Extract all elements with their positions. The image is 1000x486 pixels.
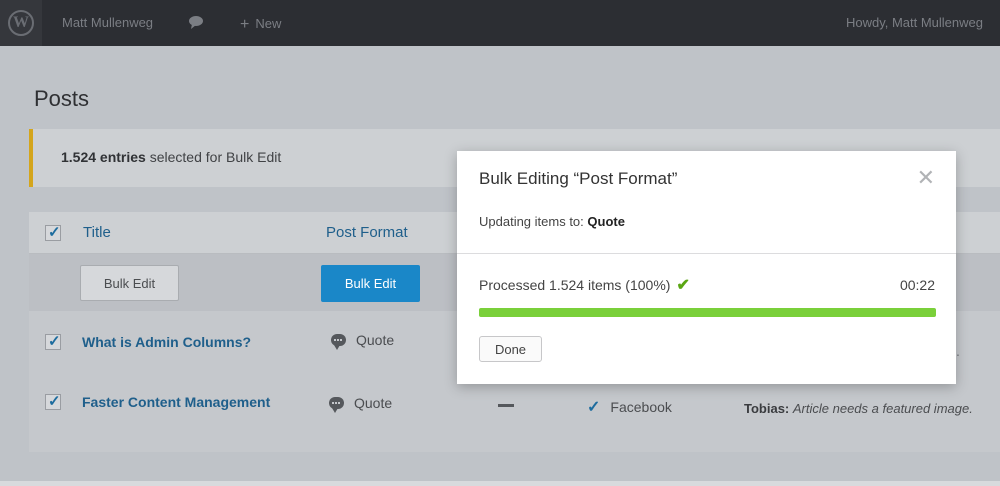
bulk-edit-title-button[interactable]: Bulk Edit bbox=[80, 265, 179, 301]
checkmark-icon: ✓ bbox=[587, 399, 601, 416]
row-format: Quote bbox=[329, 395, 393, 413]
row-title-link[interactable]: What is Admin Columns? bbox=[82, 334, 251, 350]
updating-value: Quote bbox=[587, 214, 625, 229]
elapsed-timer: 00:22 bbox=[899, 277, 935, 293]
notice-text: 1.524 entries selected for Bulk Edit bbox=[61, 149, 281, 165]
modal-title: Bulk Editing “Post Format” bbox=[479, 169, 678, 188]
bulk-edit-format-button[interactable]: Bulk Edit bbox=[321, 265, 420, 302]
plus-icon: + bbox=[240, 16, 250, 33]
admin-bar: W Matt Mullenweg + New Howdy, Matt Mullen… bbox=[0, 0, 1000, 46]
admin-bar-user[interactable]: Matt Mullenweg bbox=[62, 15, 153, 30]
comment-bubble-icon[interactable] bbox=[188, 14, 204, 30]
progress-fill bbox=[479, 308, 936, 317]
done-button[interactable]: Done bbox=[479, 336, 542, 362]
checkmark-icon: ✓ bbox=[48, 333, 61, 350]
column-post-format[interactable]: Post Format bbox=[326, 224, 408, 241]
processed-status: Processed 1.524 items (100%) ✔ bbox=[479, 275, 690, 295]
updating-prefix: Updating items to: bbox=[479, 214, 588, 229]
quote-bubble-icon bbox=[331, 334, 346, 350]
social-network: ✓ Facebook bbox=[587, 397, 672, 417]
social-network-label: Facebook bbox=[610, 399, 672, 415]
row-format: Quote bbox=[331, 332, 395, 350]
column-title[interactable]: Title bbox=[83, 224, 111, 241]
checkmark-icon: ✔ bbox=[676, 277, 690, 294]
note-author: Tobias: bbox=[744, 401, 790, 416]
admin-bar-new[interactable]: + New bbox=[240, 15, 281, 33]
row-checkbox[interactable]: ✓ bbox=[45, 393, 61, 410]
modal-updating-text: Updating items to: Quote bbox=[479, 214, 625, 229]
processed-text: Processed 1.524 items (100%) bbox=[479, 277, 671, 293]
modal-divider bbox=[457, 253, 956, 254]
page-title: Posts bbox=[34, 86, 90, 111]
trailing-dot: . bbox=[956, 343, 960, 359]
note-text: Article needs a featured image. bbox=[792, 401, 973, 416]
admin-bar-new-label: New bbox=[255, 16, 282, 31]
row-checkbox[interactable]: ✓ bbox=[45, 333, 61, 350]
admin-bar-howdy[interactable]: Howdy, Matt Mullenweg bbox=[846, 15, 983, 30]
row-format-label: Quote bbox=[354, 395, 393, 411]
footer-band bbox=[0, 481, 1000, 486]
wordpress-logo-icon[interactable]: W bbox=[0, 0, 42, 46]
row-title-link[interactable]: Faster Content Management bbox=[82, 394, 270, 410]
quote-bubble-icon bbox=[329, 397, 344, 413]
close-icon[interactable]: ✕ bbox=[917, 165, 935, 191]
bulk-edit-modal: Bulk Editing “Post Format” ✕ Updating it… bbox=[457, 151, 956, 384]
empty-value-dash bbox=[498, 404, 514, 407]
select-all-checkbox[interactable]: ✓ bbox=[45, 224, 61, 241]
editorial-note: Tobias: Article needs a featured image. bbox=[744, 401, 973, 416]
progress-bar bbox=[479, 308, 936, 317]
row-format-label: Quote bbox=[356, 332, 395, 348]
checkmark-icon: ✓ bbox=[48, 393, 61, 410]
notice-count: 1.524 entries bbox=[61, 149, 146, 165]
notice-message: selected for Bulk Edit bbox=[145, 149, 282, 165]
checkmark-icon: ✓ bbox=[48, 224, 61, 241]
